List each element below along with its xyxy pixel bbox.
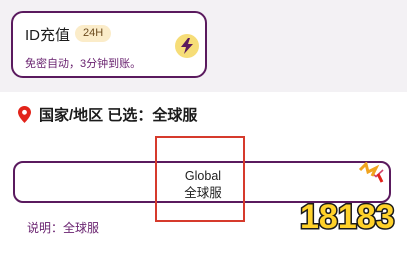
watermark-text: 18183 — [300, 198, 395, 236]
region-label: 国家/地区 已选：全球服 — [39, 106, 198, 124]
id-topup-card[interactable]: ID充值 24H 免密自动，3分钟到账。 — [11, 11, 207, 78]
region-note: 说明：全球服 — [27, 221, 100, 235]
topup-card-description: 免密自动，3分钟到账。 — [25, 58, 142, 70]
location-pin-icon — [18, 105, 31, 123]
lightning-icon — [175, 34, 199, 58]
option-name-en: Global — [184, 169, 222, 183]
option-name-cn: 全球服 — [184, 186, 222, 200]
region-header: 国家/地区 已选：全球服 — [18, 104, 197, 124]
topup-card-title: ID充值 — [25, 27, 71, 44]
hours-badge: 24H — [75, 25, 112, 42]
watermark-logo: 18183 — [299, 162, 396, 238]
